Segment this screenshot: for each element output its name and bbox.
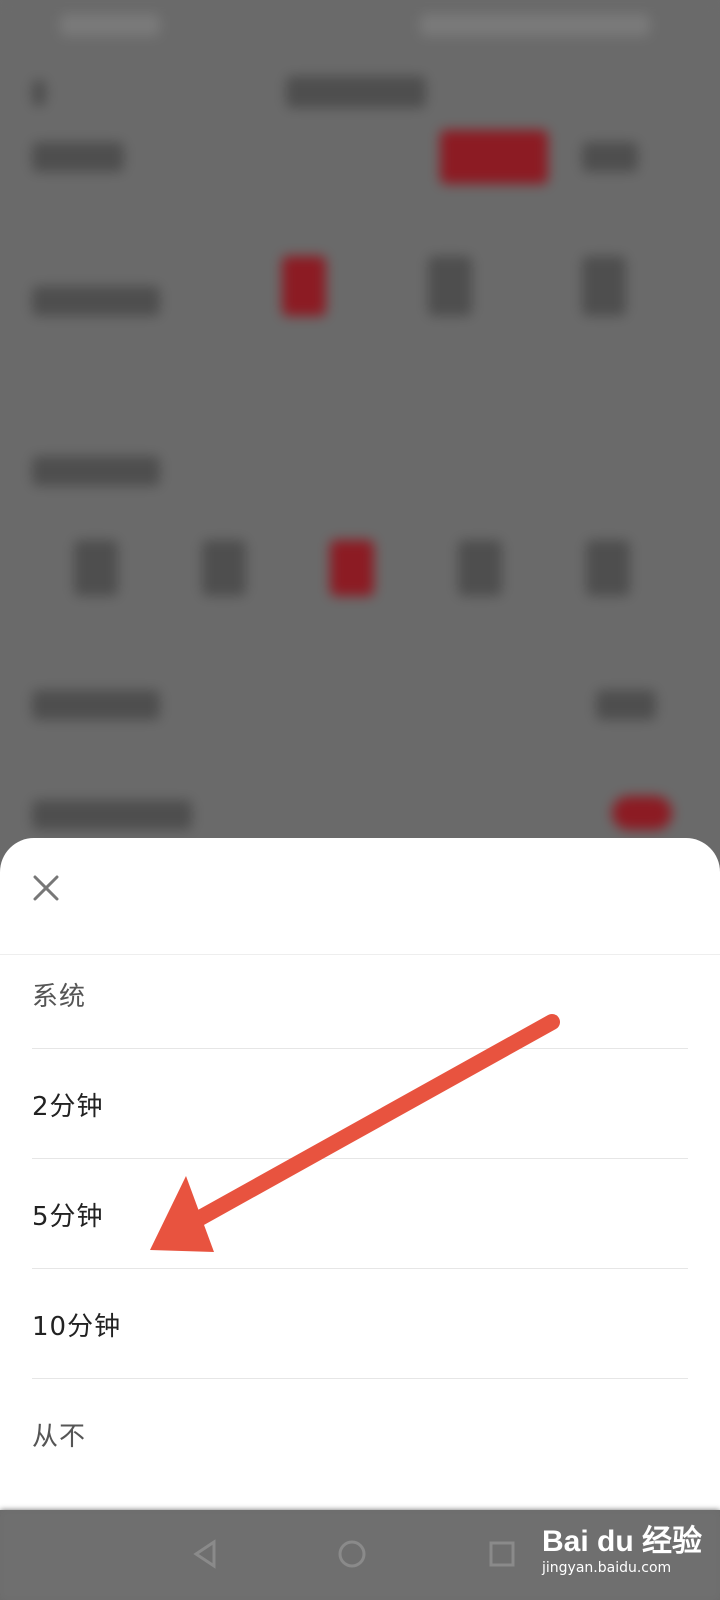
nav-home-button[interactable] [330, 1532, 374, 1576]
option-label: 2分钟 [32, 1091, 104, 1122]
timeout-options-sheet: 系统 2分钟 5分钟 10分钟 从不 [0, 838, 720, 1510]
option-icon-blur [330, 540, 374, 596]
home-circle-icon [338, 1540, 366, 1568]
option-10-minutes[interactable]: 10分钟 [32, 1268, 688, 1380]
setting-label-blur [32, 142, 124, 172]
option-icon-blur [74, 540, 118, 596]
background-page [0, 0, 720, 860]
option-never[interactable]: 从不 [32, 1378, 688, 1490]
option-icon-blur [202, 540, 246, 596]
status-bar-left [60, 14, 160, 36]
option-label: 系统 [32, 981, 87, 1012]
close-button[interactable] [26, 868, 66, 908]
setting-label-blur [32, 800, 192, 830]
option-label: 从不 [32, 1421, 87, 1452]
baidu-watermark: Bai du 经验 jingyan.baidu.com [542, 1516, 702, 1586]
mode-icon-blur [282, 256, 326, 316]
option-icon-blur [458, 540, 502, 596]
option-2-minutes[interactable]: 2分钟 [32, 1048, 688, 1160]
option-5-minutes[interactable]: 5分钟 [32, 1158, 688, 1270]
back-triangle-icon [193, 1539, 216, 1569]
toggle-option-blur [582, 142, 638, 172]
page-title-blur [286, 76, 426, 108]
nav-recents-button[interactable] [480, 1532, 524, 1576]
nav-back-button[interactable] [184, 1532, 228, 1576]
setting-label-blur [32, 286, 160, 316]
recents-square-icon [489, 1541, 515, 1567]
back-icon [32, 80, 46, 106]
setting-value-blur [596, 690, 656, 720]
toggle-option-blur [440, 130, 548, 184]
mode-icon-blur [428, 256, 472, 316]
option-label: 5分钟 [32, 1201, 104, 1232]
option-label: 10分钟 [32, 1311, 122, 1342]
status-bar-right [420, 14, 650, 36]
setting-label-blur [32, 456, 160, 486]
watermark-brand: Bai du 经验 [542, 1525, 703, 1558]
watermark-url: jingyan.baidu.com [542, 1560, 672, 1576]
setting-label-blur [32, 690, 160, 720]
option-system[interactable]: 系统 [32, 938, 688, 1050]
mode-icon-blur [582, 256, 626, 316]
close-icon [33, 875, 59, 901]
option-icon-blur [586, 540, 630, 596]
switch-blur [612, 796, 672, 830]
